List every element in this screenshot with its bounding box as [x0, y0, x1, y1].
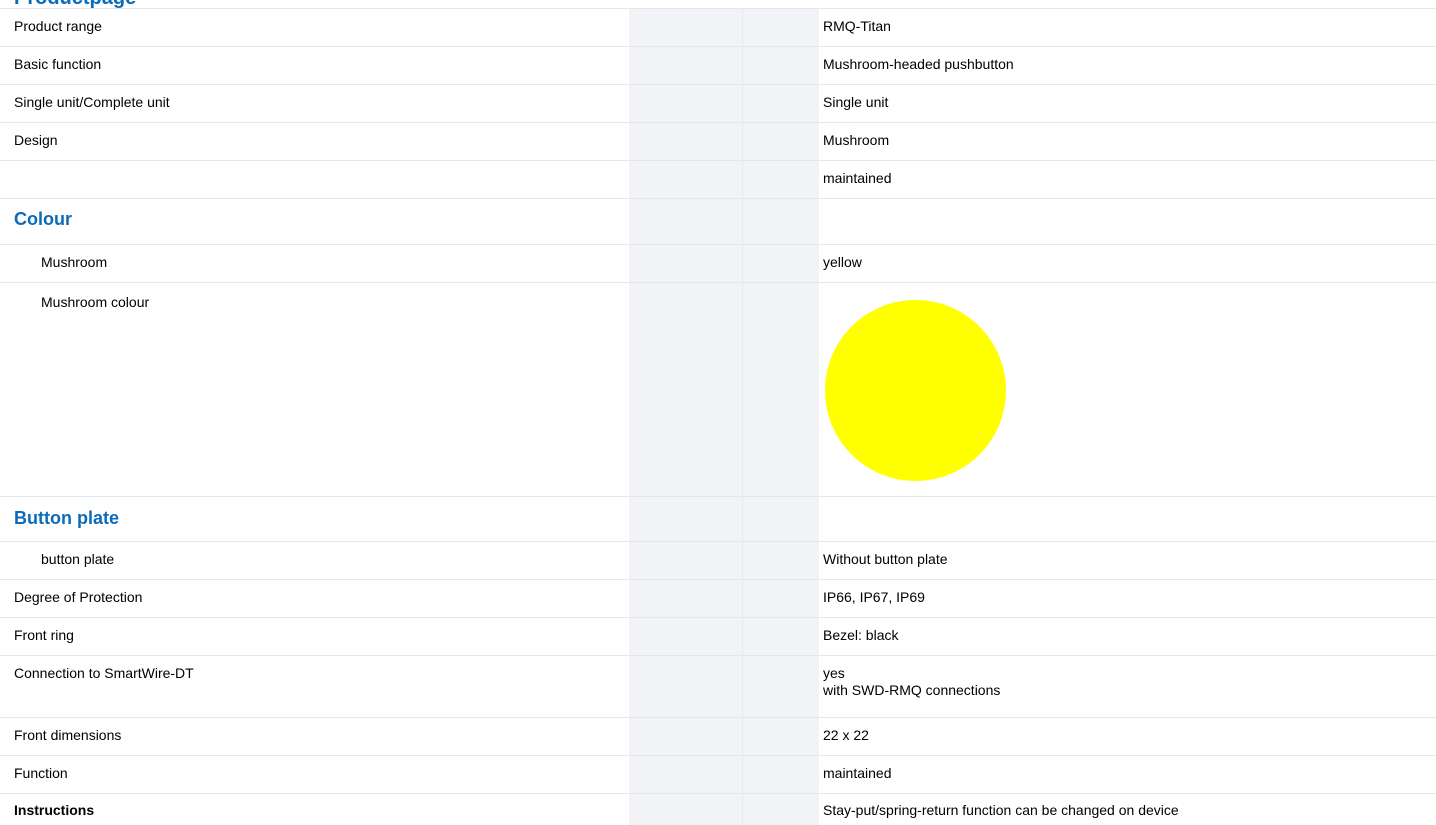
spec-value: Without button plate	[823, 551, 948, 567]
spec-label: button plate	[41, 551, 115, 567]
spec-label: Single unit/Complete unit	[14, 94, 170, 110]
spec-label: Function	[14, 765, 68, 781]
spec-row-mushroom-colour: Mushroom colour	[0, 282, 1436, 496]
spec-row-function: Function maintained	[0, 755, 1436, 793]
spec-label: Design	[14, 132, 58, 148]
spec-value-line: with SWD-RMQ connections	[823, 682, 1001, 698]
spec-row-product-range: Product range RMQ-Titan	[0, 8, 1436, 46]
spec-row-single-unit: Single unit/Complete unit Single unit	[0, 84, 1436, 122]
spec-value-line: yes	[823, 665, 845, 681]
spec-row-degree-of-protection: Degree of Protection IP66, IP67, IP69	[0, 579, 1436, 617]
spec-value: Mushroom-headed pushbutton	[823, 56, 1014, 72]
spec-value: IP66, IP67, IP69	[823, 589, 925, 605]
spec-label: Basic function	[14, 56, 102, 72]
spec-label: Degree of Protection	[14, 589, 143, 605]
spec-value: 22 x 22	[823, 727, 869, 743]
spec-value: yes with SWD-RMQ connections	[823, 665, 1000, 699]
spec-row-design: Design Mushroom	[0, 122, 1436, 160]
spec-value: yellow	[823, 254, 862, 270]
spec-value: maintained	[823, 765, 892, 781]
spec-label: Mushroom	[41, 254, 108, 270]
spec-row-front-ring: Front ring Bezel: black	[0, 617, 1436, 655]
spec-row-button-plate: button plate Without button plate	[0, 541, 1436, 579]
spec-label: Instructions	[14, 802, 95, 818]
spec-value: maintained	[823, 170, 892, 186]
spec-label: Connection to SmartWire-DT	[14, 665, 194, 681]
section-header-colour: Colour	[0, 198, 1436, 244]
spec-value: Stay-put/spring-return function can be c…	[823, 802, 1179, 818]
section-title: Colour	[14, 209, 72, 229]
spec-row-basic-function: Basic function Mushroom-headed pushbutto…	[0, 46, 1436, 84]
spec-label: Product range	[14, 18, 102, 34]
spec-value: RMQ-Titan	[823, 18, 891, 34]
spec-label: Front ring	[14, 627, 74, 643]
spec-label: Front dimensions	[14, 727, 122, 743]
spec-row-front-dimensions: Front dimensions 22 x 22	[0, 717, 1436, 755]
spec-value: Bezel: black	[823, 627, 899, 643]
spec-value: Single unit	[823, 94, 889, 110]
spec-row-smartwire-connection: Connection to SmartWire-DT yes with SWD-…	[0, 655, 1436, 717]
spec-row-mushroom: Mushroom yellow	[0, 244, 1436, 282]
spec-row-design-mode: maintained	[0, 160, 1436, 198]
spec-label: Mushroom colour	[41, 294, 150, 310]
spec-row-instructions: Instructions Stay-put/spring-return func…	[0, 793, 1436, 825]
section-header-button-plate: Button plate	[0, 496, 1436, 541]
section-title: Button plate	[14, 508, 119, 528]
spec-value: Mushroom	[823, 132, 890, 148]
mushroom-colour-swatch	[825, 300, 1006, 481]
